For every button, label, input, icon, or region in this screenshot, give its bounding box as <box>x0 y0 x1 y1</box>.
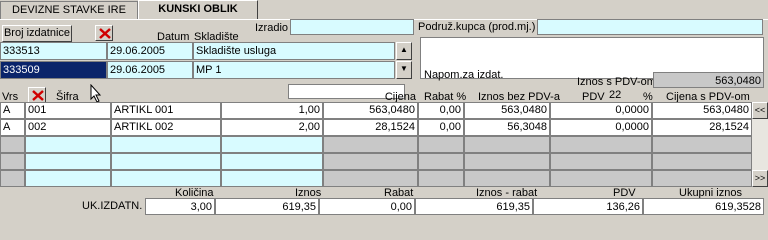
cell-kolicina[interactable]: 1,00 <box>221 102 323 119</box>
izradio-label: Izradio <box>255 22 289 34</box>
cell-cijena[interactable] <box>323 136 418 153</box>
cell-vrs[interactable] <box>0 170 25 187</box>
cell-pdv[interactable] <box>550 153 652 170</box>
cell-iznos-bez-pdv[interactable] <box>464 170 550 187</box>
iznos-pdv-label: Iznos s PDV-om <box>577 76 656 88</box>
cell-kolicina[interactable] <box>221 136 323 153</box>
cell-vrs[interactable]: A <box>0 119 25 136</box>
cell-iznos-bez-pdv[interactable]: 56,3048 <box>464 119 550 136</box>
cell-vrs[interactable]: A <box>0 102 25 119</box>
cell-cijena[interactable] <box>323 153 418 170</box>
cell-kolicina[interactable] <box>221 153 323 170</box>
cell-sifra[interactable] <box>25 136 111 153</box>
cell-cijena[interactable] <box>323 170 418 187</box>
cell-sifra[interactable] <box>25 170 111 187</box>
cell-cijena-pdv[interactable] <box>652 153 752 170</box>
cell-iznos-bez-pdv[interactable] <box>464 136 550 153</box>
cell-pdv[interactable] <box>550 136 652 153</box>
cell-rabat[interactable] <box>418 170 464 187</box>
cell-naziv[interactable]: ARTIKL 001 <box>111 102 221 119</box>
mouse-cursor-icon <box>90 84 102 103</box>
cell-pdv[interactable]: 0,0000 <box>550 102 652 119</box>
cell-cijena-pdv[interactable]: 563,0480 <box>652 102 752 119</box>
cell-cijena-pdv[interactable] <box>652 136 752 153</box>
podruz-kupca-label: Podruž.kupca (prod.mj.) <box>418 21 536 33</box>
cell-naziv[interactable] <box>111 136 221 153</box>
cell-cijena[interactable]: 28,1524 <box>323 119 418 136</box>
tab-kunski-oblik[interactable]: KUNSKI OBLIK <box>138 0 258 19</box>
doc-scroll-down-button[interactable]: ▼ <box>396 61 412 79</box>
uk-izdatn-label: UK.IZDATN. <box>82 200 143 212</box>
total-iznos: 619,35 <box>215 198 319 215</box>
doc-broj[interactable]: 333513 <box>0 42 107 60</box>
grid-scroll-up-button[interactable]: << <box>752 102 768 119</box>
cell-sifra[interactable] <box>25 153 111 170</box>
delete-document-button[interactable] <box>95 25 113 41</box>
red-x-icon <box>99 28 111 39</box>
cell-cijena-pdv[interactable]: 28,1524 <box>652 119 752 136</box>
total-pdv: 136,26 <box>533 198 643 215</box>
tab-devizne-stavke[interactable]: DEVIZNE STAVKE IRE <box>0 1 138 19</box>
cell-naziv[interactable] <box>111 170 221 187</box>
podruz-kupca-field[interactable] <box>537 19 763 35</box>
cell-iznos-bez-pdv[interactable] <box>464 153 550 170</box>
cell-vrs[interactable] <box>0 153 25 170</box>
cell-pdv[interactable] <box>550 170 652 187</box>
iznos-pdv-value: 563,0480 <box>653 72 764 88</box>
red-x-icon <box>32 90 44 101</box>
doc-skladiste[interactable]: MP 1 <box>193 61 395 79</box>
cell-kolicina[interactable] <box>221 170 323 187</box>
broj-izdatnice-button[interactable]: Broj izdatnice <box>2 25 72 42</box>
cell-sifra[interactable]: 002 <box>25 119 111 136</box>
doc-datum[interactable]: 29.06.2005 <box>107 42 193 60</box>
cell-sifra[interactable]: 001 <box>25 102 111 119</box>
cell-rabat[interactable]: 0,00 <box>418 119 464 136</box>
cell-rabat[interactable]: 0,00 <box>418 102 464 119</box>
cell-naziv[interactable] <box>111 153 221 170</box>
grid-scroll-track[interactable] <box>752 119 768 170</box>
total-rabat: 0,00 <box>319 198 415 215</box>
cell-vrs[interactable] <box>0 136 25 153</box>
cell-cijena-pdv[interactable] <box>652 170 752 187</box>
izradio-field[interactable] <box>290 19 414 35</box>
cell-rabat[interactable] <box>418 136 464 153</box>
cell-cijena[interactable]: 563,0480 <box>323 102 418 119</box>
total-iznos-rabat: 619,35 <box>415 198 533 215</box>
cell-kolicina[interactable]: 2,00 <box>221 119 323 136</box>
doc-scroll-up-button[interactable]: ▲ <box>396 42 412 60</box>
napomena-label: Napom.za izdat. <box>424 69 504 81</box>
cell-pdv[interactable]: 0,0000 <box>550 119 652 136</box>
delete-row-button[interactable] <box>28 87 46 103</box>
total-ukupni: 619,3528 <box>643 198 764 215</box>
cell-naziv[interactable]: ARTIKL 002 <box>111 119 221 136</box>
cell-rabat[interactable] <box>418 153 464 170</box>
doc-skladiste[interactable]: Skladište usluga <box>193 42 395 60</box>
pdv-rate: 22 <box>609 89 622 101</box>
doc-datum[interactable]: 29.06.2005 <box>107 61 193 79</box>
grid-scroll-down-button[interactable]: >> <box>752 170 768 187</box>
cell-iznos-bez-pdv[interactable]: 563,0480 <box>464 102 550 119</box>
doc-broj-selected[interactable]: 333509 <box>0 61 107 79</box>
total-kolicina: 3,00 <box>145 198 215 215</box>
